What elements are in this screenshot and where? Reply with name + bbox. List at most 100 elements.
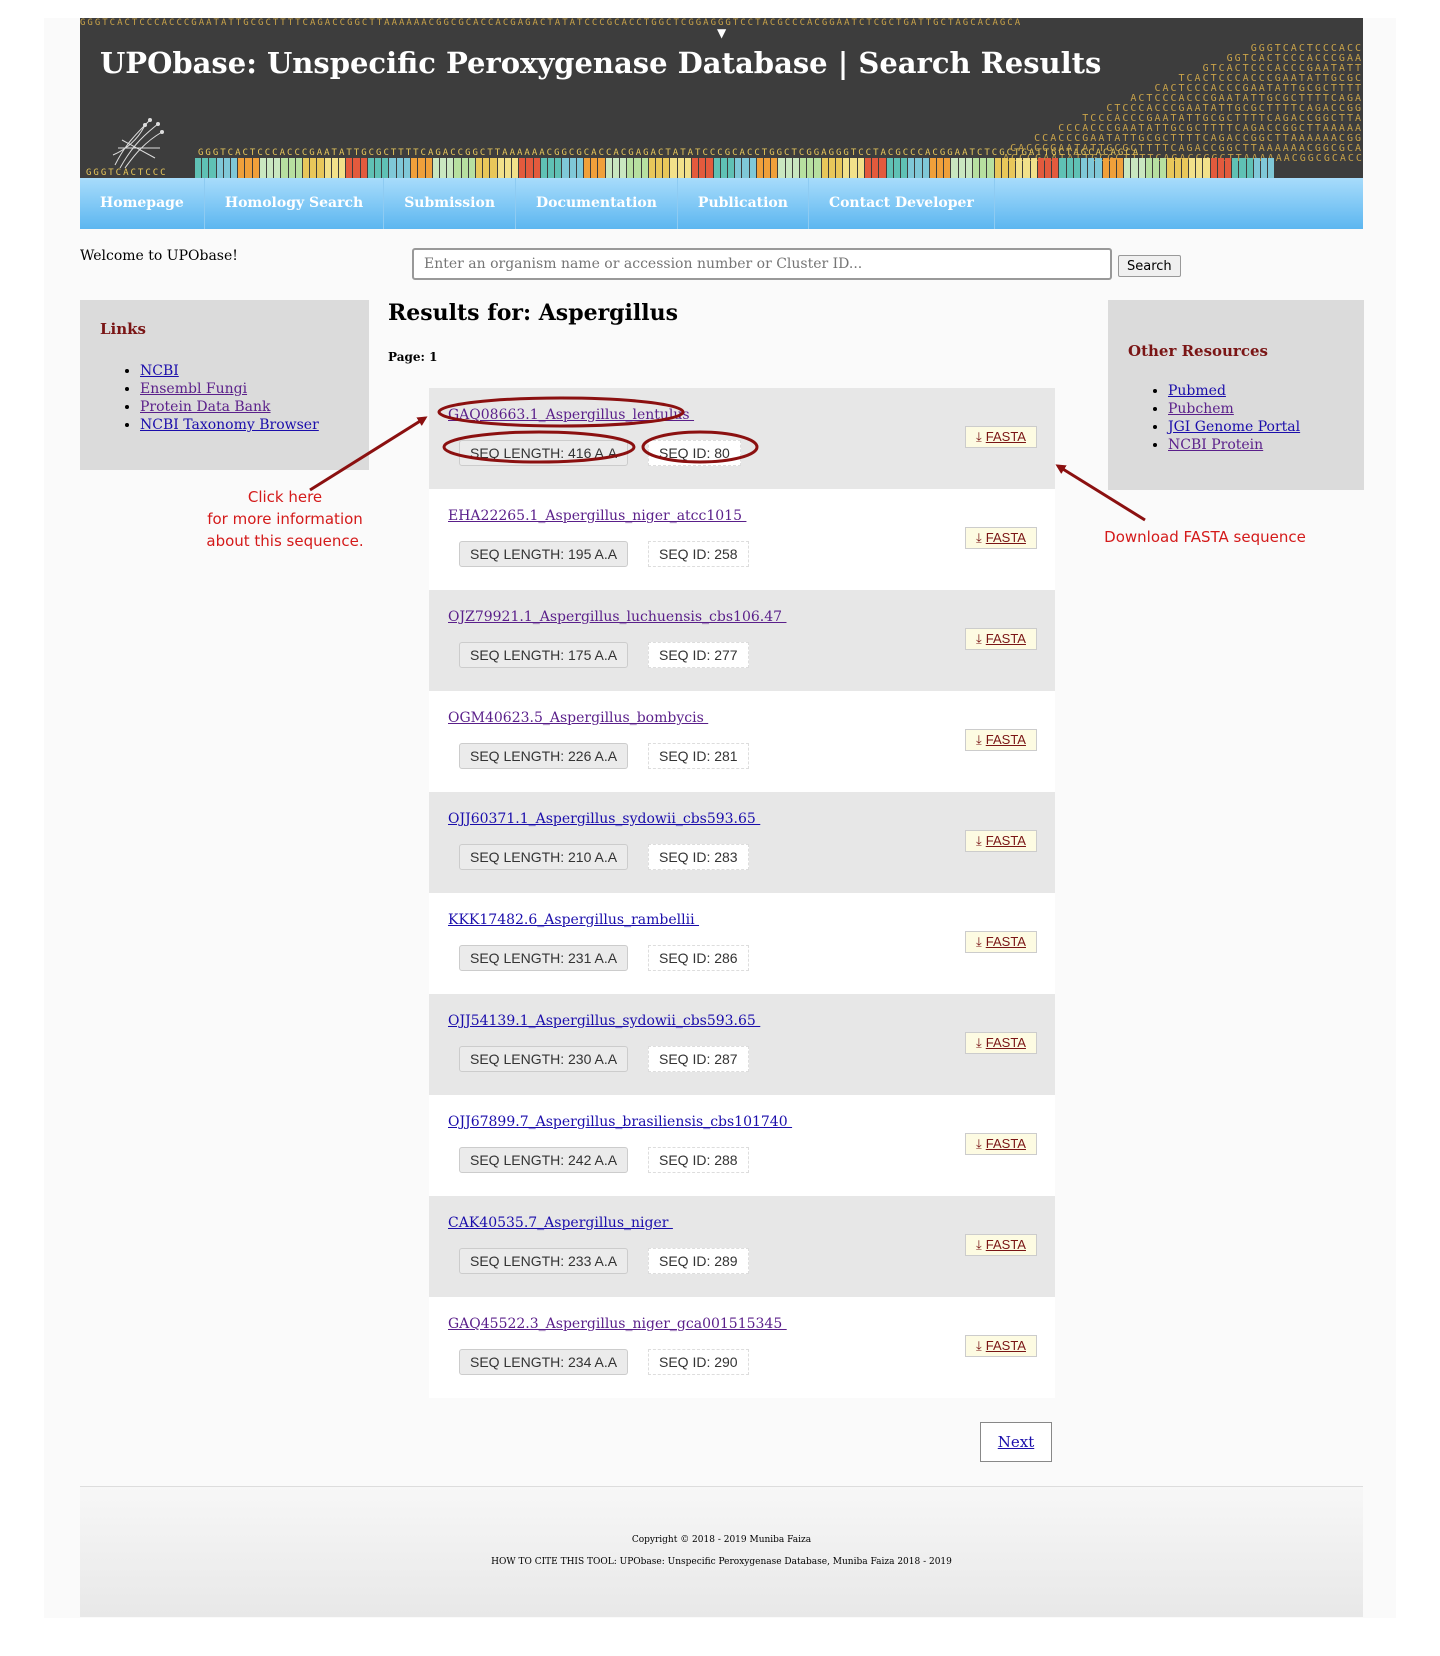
dna-bar bbox=[209, 158, 216, 178]
dna-bar bbox=[583, 158, 591, 178]
nav-homepage[interactable]: Homepage bbox=[80, 178, 205, 229]
result-title-link[interactable]: OJJ60371.1_Aspergillus_sydowii_cbs593.65 bbox=[448, 811, 760, 827]
result-title-link[interactable]: KKK17482.6_Aspergillus_rambellii bbox=[448, 912, 699, 928]
nav-contact-developer[interactable]: Contact Developer bbox=[809, 178, 995, 229]
nav-documentation[interactable]: Documentation bbox=[516, 178, 678, 229]
fasta-download-button[interactable]: ⤓ FASTA bbox=[965, 527, 1037, 549]
dna-bar bbox=[994, 158, 1001, 178]
dna-color-bars bbox=[195, 158, 1275, 178]
dna-bar bbox=[519, 158, 526, 178]
result-title-link[interactable]: EHA22265.1_Aspergillus_niger_atcc1015 bbox=[448, 508, 746, 524]
download-icon: ⤓ bbox=[976, 934, 982, 949]
dna-bar bbox=[1016, 158, 1023, 178]
annotation-line: Click here bbox=[247, 488, 323, 506]
seq-id-badge: SEQ ID: 290 bbox=[648, 1349, 749, 1375]
fasta-download-button[interactable]: ⤓ FASTA bbox=[965, 729, 1037, 751]
result-title-link[interactable]: GAQ45522.3_Aspergillus_niger_gca00151534… bbox=[448, 1316, 787, 1332]
dna-bar bbox=[864, 158, 872, 178]
dna-bar bbox=[1145, 158, 1153, 178]
dna-bar bbox=[1066, 158, 1073, 178]
links-list: NCBI Ensembl Fungi Protein Data Bank NCB… bbox=[80, 362, 319, 434]
dna-bar bbox=[749, 158, 756, 178]
link-pubmed[interactable]: Pubmed bbox=[1168, 383, 1226, 399]
list-item: Pubchem bbox=[1168, 400, 1300, 418]
seq-id-badge: SEQ ID: 286 bbox=[648, 945, 749, 971]
dna-bar bbox=[900, 158, 908, 178]
dna-bar bbox=[468, 158, 475, 178]
dna-bar bbox=[692, 158, 699, 178]
other-resources-heading: Other Resources bbox=[1128, 342, 1268, 360]
dna-bar bbox=[1109, 158, 1116, 178]
link-ncbi-protein[interactable]: NCBI Protein bbox=[1168, 437, 1263, 453]
results-heading: Results for: Aspergillus bbox=[388, 300, 678, 326]
link-ncbi-taxonomy-browser[interactable]: NCBI Taxonomy Browser bbox=[140, 417, 319, 433]
dna-bar bbox=[908, 158, 915, 178]
fasta-download-button[interactable]: ⤓ FASTA bbox=[965, 931, 1037, 953]
fasta-download-button[interactable]: ⤓ FASTA bbox=[965, 1032, 1037, 1054]
seq-id-badge: SEQ ID: 287 bbox=[648, 1046, 749, 1072]
result-title-link[interactable]: OGM40623.5_Aspergillus_bombycis bbox=[448, 710, 708, 726]
dna-bar bbox=[339, 158, 346, 178]
fasta-download-button[interactable]: ⤓ FASTA bbox=[965, 1133, 1037, 1155]
seq-length-badge: SEQ LENGTH: 210 A.A bbox=[459, 844, 629, 870]
fasta-download-button[interactable]: ⤓ FASTA bbox=[965, 1234, 1037, 1256]
dna-bar bbox=[1268, 158, 1275, 178]
result-title-link[interactable]: OJZ79921.1_Aspergillus_luchuensis_cbs106… bbox=[448, 609, 786, 625]
dna-bar bbox=[929, 158, 936, 178]
dna-bar bbox=[728, 158, 735, 178]
result-row: CAK40535.7_Aspergillus_niger SEQ LENGTH:… bbox=[429, 1196, 1055, 1297]
fasta-download-button[interactable]: ⤓ FASTA bbox=[965, 830, 1037, 852]
result-title-link[interactable]: CAK40535.7_Aspergillus_niger bbox=[448, 1215, 673, 1231]
result-title-link[interactable]: GAQ08663.1_Aspergillus_lentulus bbox=[448, 407, 694, 423]
dna-bar bbox=[778, 158, 785, 178]
dna-bar bbox=[1124, 158, 1131, 178]
seq-id-badge: SEQ ID: 80 bbox=[648, 440, 741, 466]
dna-sequence-row: GGGTCACTCCCACCCGAATATTGCGCTTTTCAGACCGGCT… bbox=[198, 148, 1141, 158]
dna-bar bbox=[288, 158, 295, 178]
dna-bar bbox=[965, 158, 972, 178]
list-item: Pubmed bbox=[1168, 382, 1300, 400]
dna-bar bbox=[893, 158, 900, 178]
nav-publication[interactable]: Publication bbox=[678, 178, 809, 229]
seq-id-badge: SEQ ID: 288 bbox=[648, 1147, 749, 1173]
page-indicator: Page: 1 bbox=[388, 350, 438, 364]
nav-submission[interactable]: Submission bbox=[384, 178, 516, 229]
dna-bar bbox=[1253, 158, 1261, 178]
link-ncbi[interactable]: NCBI bbox=[140, 363, 179, 379]
fasta-label: FASTA bbox=[985, 1338, 1026, 1353]
fasta-download-button[interactable]: ⤓ FASTA bbox=[965, 1335, 1037, 1357]
fasta-label: FASTA bbox=[985, 429, 1026, 444]
result-row: OJJ67899.7_Aspergillus_brasiliensis_cbs1… bbox=[429, 1095, 1055, 1196]
fasta-download-button[interactable]: ⤓ FASTA bbox=[965, 628, 1037, 650]
copyright-text: Copyright © 2018 - 2019 Muniba Faiza bbox=[631, 1535, 812, 1545]
dna-bar bbox=[1037, 158, 1044, 178]
search-input[interactable] bbox=[412, 248, 1112, 280]
link-ensembl-fungi[interactable]: Ensembl Fungi bbox=[140, 381, 247, 397]
dna-bar bbox=[1059, 158, 1066, 178]
result-title-link[interactable]: OJJ67899.7_Aspergillus_brasiliensis_cbs1… bbox=[448, 1114, 792, 1130]
dna-bar bbox=[699, 158, 706, 178]
dna-bar bbox=[663, 158, 670, 178]
dna-bar bbox=[231, 158, 238, 178]
search-button[interactable]: Search bbox=[1118, 255, 1181, 277]
link-jgi-genome-portal[interactable]: JGI Genome Portal bbox=[1168, 419, 1300, 435]
dna-bar bbox=[1138, 158, 1145, 178]
dna-bar bbox=[1210, 158, 1217, 178]
dna-bar bbox=[1023, 158, 1030, 178]
nav-homology-search[interactable]: Homology Search bbox=[205, 178, 385, 229]
dna-bar bbox=[756, 158, 764, 178]
dna-bar bbox=[324, 158, 331, 178]
result-title-link[interactable]: OJJ54139.1_Aspergillus_sydowii_cbs593.65 bbox=[448, 1013, 760, 1029]
dna-bar bbox=[1117, 158, 1124, 178]
dna-bar bbox=[295, 158, 303, 178]
result-row: GAQ08663.1_Aspergillus_lentulus SEQ LENG… bbox=[429, 388, 1055, 489]
dna-bar bbox=[771, 158, 778, 178]
link-protein-data-bank[interactable]: Protein Data Bank bbox=[140, 399, 271, 415]
fasta-label: FASTA bbox=[985, 1035, 1026, 1050]
dna-bar bbox=[972, 158, 980, 178]
fasta-download-button[interactable]: ⤓ FASTA bbox=[965, 426, 1037, 448]
link-pubchem[interactable]: Pubchem bbox=[1168, 401, 1234, 417]
next-page-button[interactable]: Next bbox=[980, 1422, 1052, 1462]
download-icon: ⤓ bbox=[976, 833, 982, 848]
dna-sequence-row-bottom: GGGTCACTCCC bbox=[86, 168, 168, 178]
